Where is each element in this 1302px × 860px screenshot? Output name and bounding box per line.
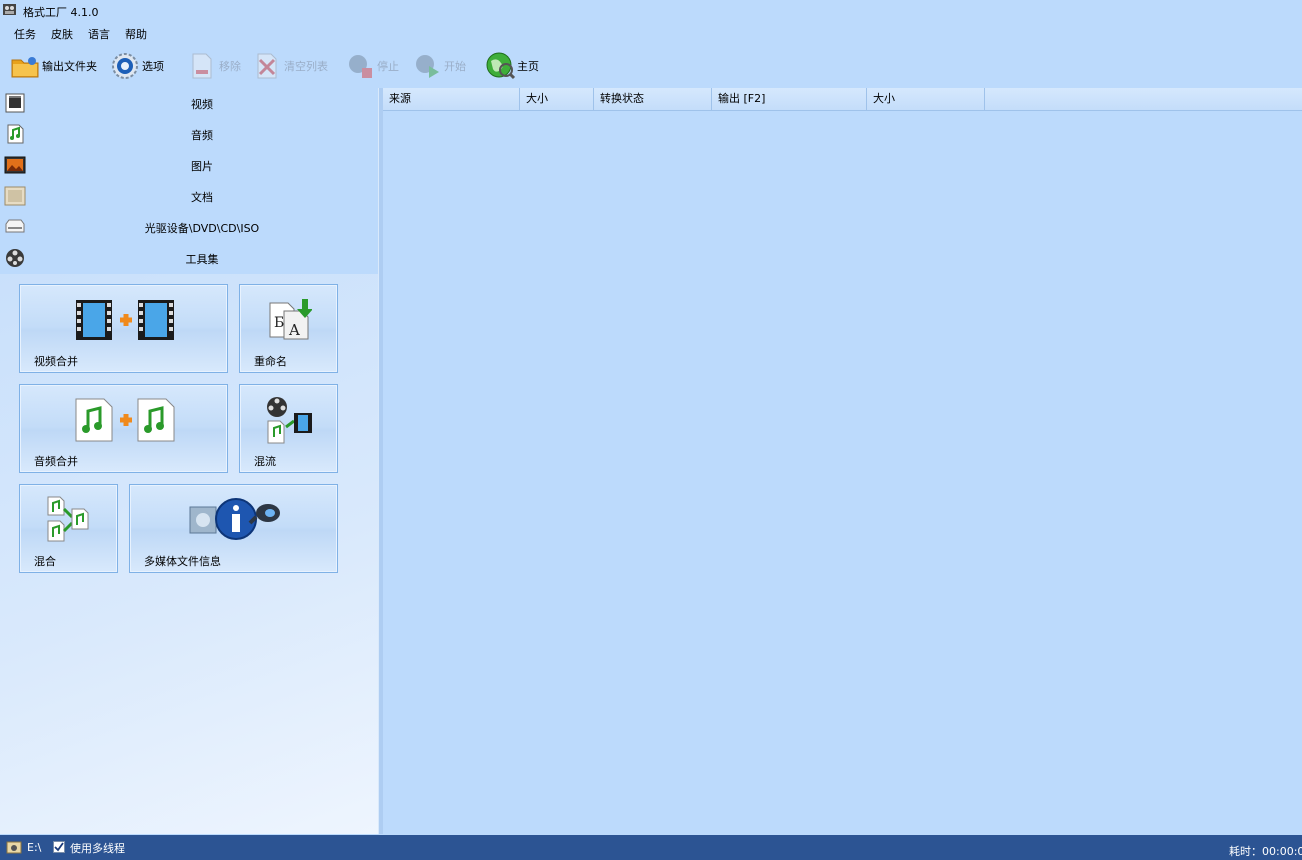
stop-icon	[349, 55, 372, 78]
video-join-icon	[76, 300, 174, 340]
start-icon	[416, 55, 439, 78]
menu-task[interactable]: 任务	[14, 26, 36, 42]
media-info-tile[interactable]: 多媒体文件信息	[129, 484, 338, 573]
clear-list-label: 清空列表	[284, 60, 328, 73]
menu-language[interactable]: 语言	[88, 26, 110, 42]
music-note-icon	[7, 124, 24, 144]
column-output-size[interactable]: 大小	[867, 88, 985, 110]
remove-label: 移除	[219, 60, 241, 73]
category-toolbox-label: 工具集	[185, 253, 219, 266]
folder-drive-icon[interactable]	[6, 840, 22, 854]
toolbar: 输出文件夹 选项 移除 清空列表 停止 开始 主页	[0, 46, 1302, 86]
column-output[interactable]: 输出 [F2]	[712, 88, 867, 110]
category-document[interactable]: 文档	[0, 181, 378, 209]
document-icon	[4, 186, 26, 206]
menu-help[interactable]: 帮助	[125, 26, 147, 42]
picture-icon	[4, 156, 26, 174]
video-join-tile[interactable]: 视频合并	[19, 284, 228, 373]
menu-bar: 任务 皮肤 语言 帮助	[0, 22, 600, 42]
category-panel: 视频 音频 图片 文档 光驱设备\DVD\CD\ISO 工具集 视频合并 Б A…	[0, 88, 378, 834]
remove-file-icon	[192, 53, 212, 79]
media-info-icon	[189, 498, 280, 540]
output-drive-label: E:\	[27, 841, 42, 854]
file-list: 来源 大小 转换状态 输出 [F2] 大小	[383, 88, 1302, 834]
clear-list-button[interactable]: 清空列表	[252, 50, 328, 82]
file-list-header: 来源 大小 转换状态 输出 [F2] 大小	[383, 88, 1302, 111]
rename-icon: Б A	[269, 299, 312, 340]
rename-tile[interactable]: Б A 重命名	[239, 284, 338, 373]
column-status[interactable]: 转换状态	[594, 88, 712, 110]
output-folder-button[interactable]: 输出文件夹	[10, 50, 97, 82]
output-folder-label: 输出文件夹	[42, 60, 97, 73]
category-picture-label: 图片	[191, 160, 213, 173]
audio-join-tile[interactable]: 音频合并	[19, 384, 228, 473]
title-bar: 格式工厂 4.1.0	[0, 0, 1302, 20]
start-label: 开始	[444, 60, 466, 73]
options-button[interactable]: 选项	[110, 50, 164, 82]
audio-join-icon	[75, 398, 175, 442]
options-label: 选项	[142, 60, 164, 73]
gear-icon	[112, 53, 138, 79]
category-audio-label: 音频	[191, 129, 213, 142]
column-size[interactable]: 大小	[520, 88, 594, 110]
app-logo-icon	[3, 4, 16, 15]
category-video[interactable]: 视频	[0, 88, 378, 116]
menu-skin[interactable]: 皮肤	[51, 26, 73, 42]
stop-label: 停止	[377, 60, 399, 73]
rename-label: 重命名	[254, 355, 287, 368]
video-join-label: 视频合并	[34, 355, 78, 368]
home-button[interactable]: 主页	[485, 50, 539, 82]
media-info-label: 多媒体文件信息	[144, 555, 221, 568]
category-video-label: 视频	[191, 98, 213, 111]
category-audio[interactable]: 音频	[0, 119, 378, 147]
mix-label: 混合	[34, 555, 56, 568]
mux-tile[interactable]: 混流	[239, 384, 338, 473]
mux-icon	[267, 397, 312, 444]
elapsed-time: 耗时：00:00:00	[1229, 845, 1302, 858]
mux-label: 混流	[254, 455, 276, 468]
column-source[interactable]: 来源	[383, 88, 520, 110]
mix-tile[interactable]: 混合	[19, 484, 118, 573]
status-bar: E:\ 使用多线程 耗时：00:00:00	[0, 835, 1302, 860]
folder-icon	[11, 57, 39, 78]
remove-button[interactable]: 移除	[187, 50, 241, 82]
audio-join-label: 音频合并	[34, 455, 78, 468]
svg-text:Б: Б	[274, 315, 284, 331]
toolbox-area: 视频合并 Б A 重命名 音频合并 混流 混合 多媒体文件信息	[0, 274, 378, 834]
category-picture[interactable]: 图片	[0, 150, 378, 178]
home-label: 主页	[517, 60, 539, 73]
mix-icon	[47, 496, 89, 542]
start-button[interactable]: 开始	[412, 50, 466, 82]
multithread-checkbox[interactable]	[53, 841, 65, 853]
multithread-label: 使用多线程	[70, 842, 125, 855]
svg-text:A: A	[288, 321, 300, 339]
checkmark-icon	[54, 842, 64, 852]
clear-list-icon	[257, 53, 277, 79]
window-title: 格式工厂 4.1.0	[23, 6, 99, 19]
globe-icon	[486, 52, 515, 80]
disc-drive-icon	[5, 219, 25, 233]
film-reel-icon	[6, 249, 24, 267]
category-optical-drive-label: 光驱设备\DVD\CD\ISO	[144, 222, 260, 235]
category-optical-drive[interactable]: 光驱设备\DVD\CD\ISO	[0, 212, 378, 240]
category-document-label: 文档	[191, 191, 213, 204]
video-film-icon	[5, 93, 25, 113]
stop-button[interactable]: 停止	[345, 50, 399, 82]
category-toolbox[interactable]: 工具集	[0, 243, 378, 271]
